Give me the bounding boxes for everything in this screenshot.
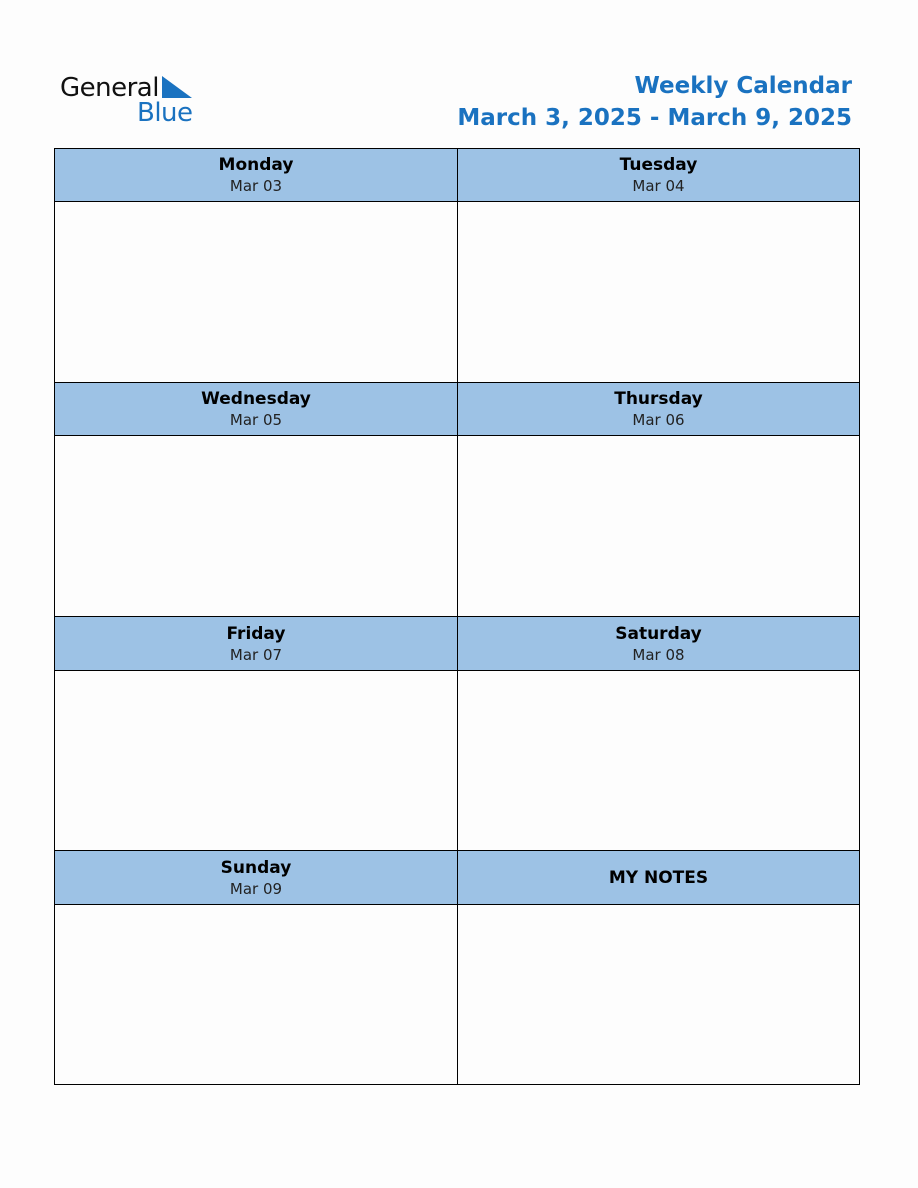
day-date: Mar 08: [632, 645, 685, 664]
day-body-saturday[interactable]: [458, 671, 859, 851]
day-header-saturday: Saturday Mar 08: [458, 617, 859, 671]
date-range: March 3, 2025 - March 9, 2025: [457, 105, 852, 131]
notes-body[interactable]: [458, 905, 859, 1084]
day-name: Sunday: [220, 857, 292, 878]
day-date: Mar 03: [229, 177, 283, 195]
weekly-calendar-grid: Monday Mar 03 Tuesday Mar 04 Wednesday M…: [54, 148, 860, 1085]
day-body-monday[interactable]: [55, 202, 458, 383]
day-body-friday[interactable]: [55, 671, 458, 851]
day-date: Mar 09: [229, 879, 283, 898]
page-title-block: Weekly Calendar March 3, 2025 - March 9,…: [457, 70, 852, 134]
day-body-sunday[interactable]: [55, 905, 458, 1084]
day-header-wednesday: Wednesday Mar 05: [55, 383, 458, 436]
day-header-friday: Friday Mar 07: [55, 617, 458, 671]
general-blue-logo: General Blue: [60, 72, 200, 132]
logo-triangle-icon: [162, 76, 192, 98]
day-name: Saturday: [615, 623, 702, 644]
day-body-tuesday[interactable]: [458, 202, 859, 383]
day-name: Monday: [218, 155, 294, 175]
day-name: Wednesday: [201, 389, 311, 409]
day-date: Mar 05: [229, 411, 283, 429]
day-header-sunday: Sunday Mar 09: [55, 851, 458, 905]
day-date: Mar 07: [229, 645, 283, 664]
day-body-thursday[interactable]: [458, 436, 859, 617]
day-body-wednesday[interactable]: [55, 436, 458, 617]
notes-title: MY NOTES: [608, 867, 709, 888]
day-header-monday: Monday Mar 03: [55, 149, 458, 202]
page-title: Weekly Calendar: [634, 73, 852, 99]
day-header-tuesday: Tuesday Mar 04: [458, 149, 859, 202]
day-name: Friday: [226, 623, 286, 644]
day-header-thursday: Thursday Mar 06: [458, 383, 859, 436]
day-name: Tuesday: [619, 155, 698, 175]
day-date: Mar 06: [632, 411, 685, 429]
notes-header: MY NOTES: [458, 851, 859, 905]
day-date: Mar 04: [632, 177, 685, 195]
logo-text-blue: Blue: [137, 98, 193, 128]
day-name: Thursday: [614, 389, 703, 409]
